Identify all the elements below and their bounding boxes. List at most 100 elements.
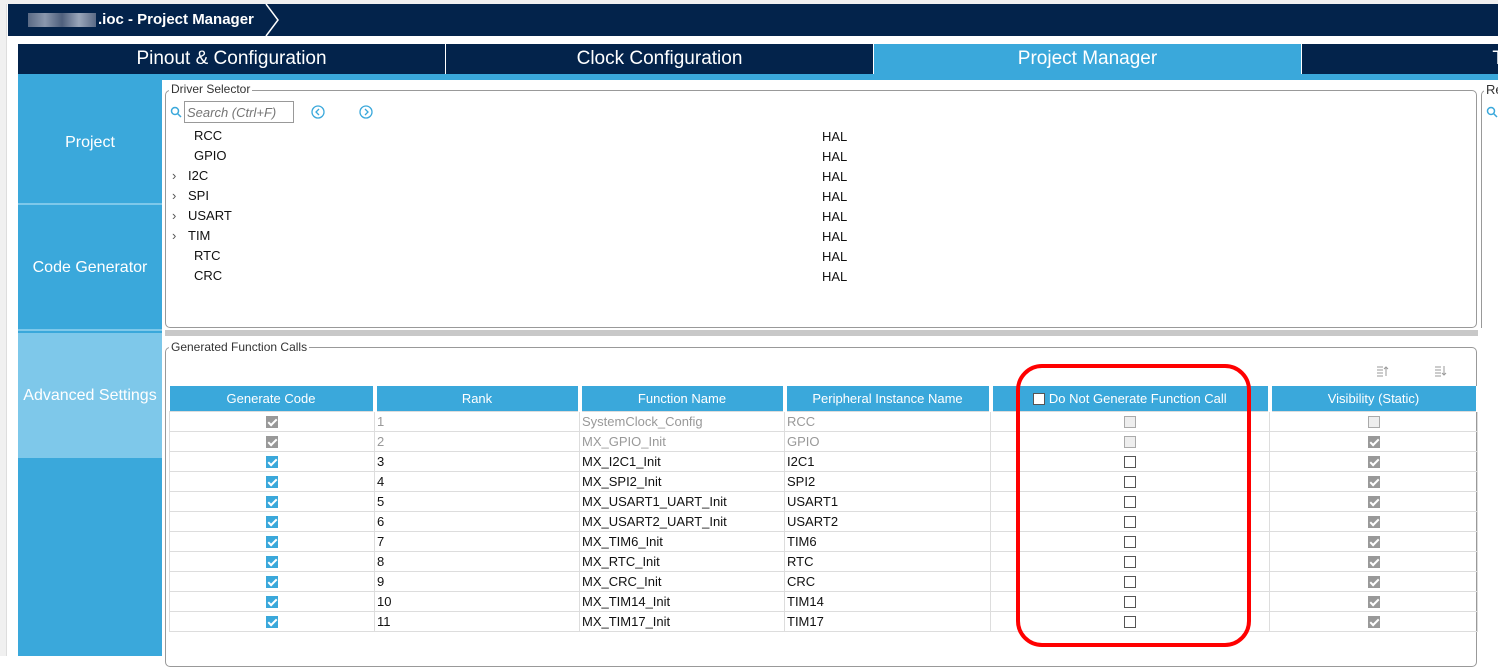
expand-chevron-icon[interactable]: › bbox=[172, 166, 188, 186]
visibility-cell[interactable] bbox=[1269, 450, 1478, 472]
visibility-checkbox[interactable] bbox=[1367, 436, 1380, 449]
move-up-icon[interactable] bbox=[1376, 365, 1390, 377]
generate-code-cell[interactable] bbox=[169, 570, 375, 592]
previous-result-icon[interactable] bbox=[311, 105, 325, 119]
do-not-generate-cell[interactable] bbox=[990, 530, 1270, 552]
do-not-generate-cell[interactable] bbox=[990, 430, 1270, 452]
table-row[interactable]: 10 MX_TIM14_Init TIM14 bbox=[169, 590, 1478, 612]
generate-code-cell[interactable] bbox=[169, 450, 375, 472]
generate-code-cell[interactable] bbox=[169, 430, 375, 452]
visibility-cell[interactable] bbox=[1269, 530, 1478, 552]
tab-clock-configuration[interactable]: Clock Configuration bbox=[446, 44, 874, 74]
do-not-generate-cell[interactable] bbox=[990, 510, 1270, 532]
column-header-function-name[interactable]: Function Name bbox=[579, 386, 787, 411]
driver-type[interactable]: HAL bbox=[822, 149, 847, 164]
visibility-cell[interactable] bbox=[1269, 470, 1478, 492]
driver-row[interactable]: › I2C bbox=[172, 166, 872, 186]
generate-code-cell[interactable] bbox=[169, 510, 375, 532]
driver-row[interactable]: › SPI bbox=[172, 186, 872, 206]
tab-pinout-configuration[interactable]: Pinout & Configuration bbox=[18, 44, 446, 74]
visibility-cell[interactable] bbox=[1269, 490, 1478, 512]
do-not-generate-all-checkbox[interactable] bbox=[1033, 393, 1046, 406]
visibility-checkbox[interactable] bbox=[1367, 536, 1380, 549]
table-row[interactable]: 4 MX_SPI2_Init SPI2 bbox=[169, 470, 1478, 492]
expand-chevron-icon[interactable]: › bbox=[172, 226, 188, 246]
table-row[interactable]: 6 MX_USART2_UART_Init USART2 bbox=[169, 510, 1478, 532]
visibility-checkbox[interactable] bbox=[1367, 456, 1380, 469]
driver-type[interactable]: HAL bbox=[822, 269, 847, 284]
table-row[interactable]: 11 MX_TIM17_Init TIM17 bbox=[169, 610, 1478, 632]
generate-code-checkbox[interactable] bbox=[266, 556, 278, 569]
generate-code-cell[interactable] bbox=[169, 610, 375, 632]
do-not-generate-checkbox[interactable] bbox=[1124, 436, 1136, 449]
driver-row[interactable]: GPIO bbox=[172, 146, 872, 166]
driver-type[interactable]: HAL bbox=[822, 169, 847, 184]
column-header-visibility[interactable]: Visibility (Static) bbox=[1269, 386, 1480, 411]
move-down-icon[interactable] bbox=[1434, 365, 1448, 377]
visibility-cell[interactable] bbox=[1269, 570, 1478, 592]
search-icon[interactable] bbox=[1486, 106, 1498, 118]
do-not-generate-checkbox[interactable] bbox=[1124, 516, 1136, 529]
do-not-generate-checkbox[interactable] bbox=[1124, 456, 1136, 469]
visibility-checkbox[interactable] bbox=[1367, 516, 1380, 529]
generate-code-checkbox[interactable] bbox=[266, 576, 278, 589]
visibility-cell[interactable] bbox=[1269, 590, 1478, 612]
visibility-checkbox[interactable] bbox=[1367, 556, 1380, 569]
table-row[interactable]: 5 MX_USART1_UART_Init USART1 bbox=[169, 490, 1478, 512]
table-row[interactable]: 7 MX_TIM6_Init TIM6 bbox=[169, 530, 1478, 552]
do-not-generate-cell[interactable] bbox=[990, 550, 1270, 572]
driver-type[interactable]: HAL bbox=[822, 189, 847, 204]
tab-tools[interactable]: T bbox=[1302, 44, 1498, 74]
do-not-generate-checkbox[interactable] bbox=[1124, 476, 1136, 489]
generate-code-checkbox[interactable] bbox=[266, 476, 278, 489]
visibility-cell[interactable] bbox=[1269, 550, 1478, 572]
do-not-generate-checkbox[interactable] bbox=[1124, 616, 1136, 629]
driver-row[interactable]: › TIM bbox=[172, 226, 872, 246]
do-not-generate-checkbox[interactable] bbox=[1124, 536, 1136, 549]
do-not-generate-checkbox[interactable] bbox=[1124, 556, 1136, 569]
table-row[interactable]: 9 MX_CRC_Init CRC bbox=[169, 570, 1478, 592]
column-header-do-not-generate[interactable]: Do Not Generate Function Call bbox=[990, 386, 1272, 411]
generate-code-checkbox[interactable] bbox=[266, 436, 278, 449]
generate-code-checkbox[interactable] bbox=[266, 456, 278, 469]
next-result-icon[interactable] bbox=[359, 105, 373, 119]
visibility-cell[interactable] bbox=[1269, 610, 1478, 632]
visibility-checkbox[interactable] bbox=[1367, 476, 1380, 489]
visibility-cell[interactable] bbox=[1269, 410, 1478, 432]
generate-code-cell[interactable] bbox=[169, 470, 375, 492]
visibility-cell[interactable] bbox=[1269, 510, 1478, 532]
visibility-checkbox[interactable] bbox=[1367, 576, 1380, 589]
table-row[interactable]: 1 SystemClock_Config RCC bbox=[169, 410, 1478, 432]
do-not-generate-cell[interactable] bbox=[990, 470, 1270, 492]
generate-code-cell[interactable] bbox=[169, 410, 375, 432]
generate-code-checkbox[interactable] bbox=[266, 416, 278, 429]
visibility-checkbox[interactable] bbox=[1367, 416, 1380, 429]
driver-type[interactable]: HAL bbox=[822, 209, 847, 224]
sidebar-item-code-generator[interactable]: Code Generator bbox=[18, 206, 162, 331]
generate-code-cell[interactable] bbox=[169, 590, 375, 612]
driver-type[interactable]: HAL bbox=[822, 129, 847, 144]
generate-code-checkbox[interactable] bbox=[266, 616, 278, 629]
do-not-generate-cell[interactable] bbox=[990, 490, 1270, 512]
generate-code-checkbox[interactable] bbox=[266, 536, 278, 549]
driver-type[interactable]: HAL bbox=[822, 249, 847, 264]
visibility-checkbox[interactable] bbox=[1367, 616, 1380, 629]
sidebar-item-project[interactable]: Project bbox=[18, 82, 162, 205]
do-not-generate-cell[interactable] bbox=[990, 410, 1270, 432]
sidebar-item-advanced-settings[interactable]: Advanced Settings bbox=[18, 333, 162, 458]
tab-project-manager[interactable]: Project Manager bbox=[874, 44, 1302, 74]
visibility-checkbox[interactable] bbox=[1367, 596, 1380, 609]
visibility-checkbox[interactable] bbox=[1367, 496, 1380, 509]
table-row[interactable]: 8 MX_RTC_Init RTC bbox=[169, 550, 1478, 572]
generate-code-cell[interactable] bbox=[169, 530, 375, 552]
driver-row[interactable]: CRC bbox=[172, 266, 872, 286]
do-not-generate-checkbox[interactable] bbox=[1124, 416, 1136, 429]
column-header-peripheral-instance[interactable]: Peripheral Instance Name bbox=[784, 386, 993, 411]
do-not-generate-checkbox[interactable] bbox=[1124, 576, 1136, 589]
driver-row[interactable]: RCC bbox=[172, 126, 872, 146]
driver-row[interactable]: RTC bbox=[172, 246, 872, 266]
do-not-generate-cell[interactable] bbox=[990, 570, 1270, 592]
do-not-generate-cell[interactable] bbox=[990, 590, 1270, 612]
generate-code-cell[interactable] bbox=[169, 550, 375, 572]
expand-chevron-icon[interactable]: › bbox=[172, 186, 188, 206]
